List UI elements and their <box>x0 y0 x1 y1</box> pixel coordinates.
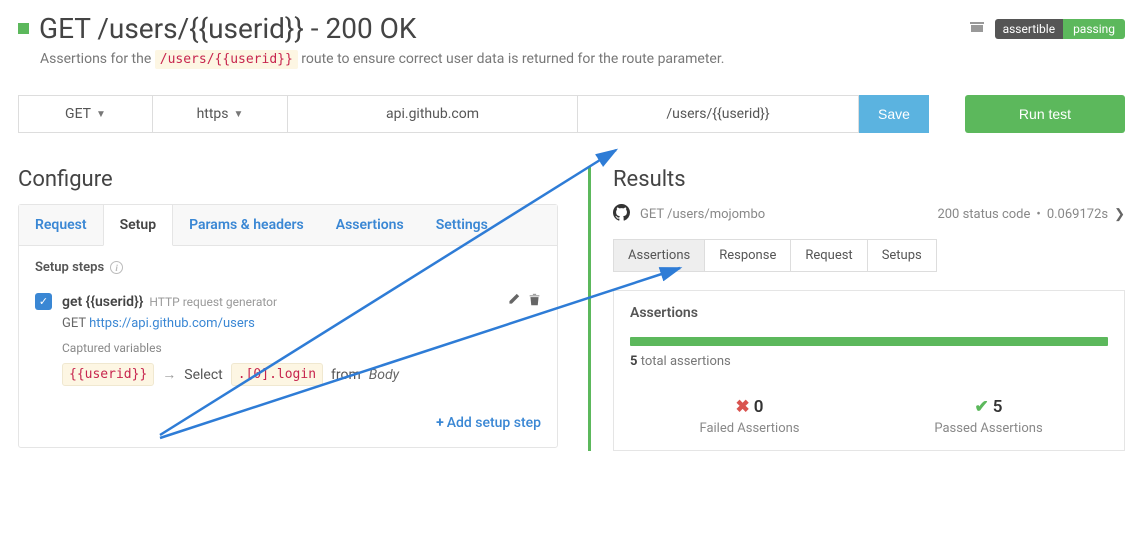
result-tabs: Assertions Response Request Setups <box>613 239 1125 272</box>
result-tab-response[interactable]: Response <box>705 239 791 272</box>
results-heading: Results <box>613 167 1125 192</box>
x-icon: ✖ <box>736 397 750 417</box>
configure-panel: Request Setup Params & headers Assertion… <box>18 204 558 448</box>
results-header: GET /users/mojombo 200 status code • 0.0… <box>613 204 1125 225</box>
scheme-select[interactable]: https▼ <box>153 95 288 133</box>
trash-icon[interactable] <box>528 291 541 310</box>
request-bar: GET▼ https▼ api.github.com /users/{{user… <box>18 95 1125 133</box>
step-request-line: GET https://api.github.com/users <box>62 316 541 331</box>
step-title: get {{userid}} <box>62 294 143 310</box>
chevron-down-icon[interactable]: ❯ <box>1114 207 1125 222</box>
assertions-panel: Assertions 5 total assertions ✖0 Failed … <box>613 290 1125 451</box>
info-icon[interactable]: i <box>110 261 123 274</box>
tab-assertions[interactable]: Assertions <box>320 205 420 245</box>
result-tab-assertions[interactable]: Assertions <box>613 239 705 272</box>
result-tab-request[interactable]: Request <box>791 239 867 272</box>
result-tab-setups[interactable]: Setups <box>868 239 937 272</box>
arrow-right-icon: → <box>162 366 176 383</box>
step-url-link[interactable]: https://api.github.com/users <box>89 316 255 331</box>
selector-chip: .[0].login <box>231 363 323 386</box>
check-icon: ✔ <box>975 397 989 417</box>
page-subtitle: Assertions for the /users/{{userid}} rou… <box>40 51 1125 67</box>
run-test-button[interactable]: Run test <box>965 95 1125 133</box>
captured-variable-row: {{userid}} → Select .[0].login from Body <box>62 363 541 386</box>
tab-setup[interactable]: Setup <box>103 205 173 246</box>
configure-heading: Configure <box>18 167 558 192</box>
tab-settings[interactable]: Settings <box>420 205 504 245</box>
method-select[interactable]: GET▼ <box>18 95 153 133</box>
setup-step: ✓ get {{userid}} HTTP request generator … <box>35 291 541 386</box>
passed-assertions-stat: ✔5 Passed Assertions <box>869 397 1108 436</box>
route-code: /users/{{userid}} <box>155 50 298 69</box>
edit-icon[interactable] <box>507 291 520 310</box>
github-icon <box>613 204 630 225</box>
result-request-line: GET /users/mojombo <box>640 207 765 222</box>
setup-steps-label: Setup steps i <box>35 260 541 275</box>
assertions-panel-title: Assertions <box>630 305 1108 321</box>
archive-icon[interactable] <box>969 19 985 39</box>
step-checkbox[interactable]: ✓ <box>35 293 52 310</box>
variable-chip: {{userid}} <box>62 363 154 386</box>
failed-assertions-stat: ✖0 Failed Assertions <box>630 397 869 436</box>
progress-bar <box>630 337 1108 346</box>
add-setup-step-link[interactable]: +Add setup step <box>436 415 541 431</box>
tab-params-headers[interactable]: Params & headers <box>173 205 320 245</box>
result-timing: 0.069172s <box>1047 207 1108 222</box>
host-input[interactable]: api.github.com <box>288 95 578 133</box>
status-indicator <box>18 23 29 34</box>
tab-request[interactable]: Request <box>19 205 103 245</box>
page-title: GET /users/{{userid}} - 200 OK <box>39 12 416 45</box>
result-status-code: 200 status code <box>937 207 1030 222</box>
step-subtitle: HTTP request generator <box>149 295 277 309</box>
status-badge: assertible passing <box>995 19 1125 39</box>
captured-variables-label: Captured variables <box>62 341 541 355</box>
path-input[interactable]: /users/{{userid}} <box>578 95 859 133</box>
total-assertions-label: 5 total assertions <box>630 354 1108 369</box>
badge-brand: assertible <box>995 19 1064 39</box>
plus-icon: + <box>436 415 444 431</box>
save-button[interactable]: Save <box>859 95 929 133</box>
configure-tabs: Request Setup Params & headers Assertion… <box>19 205 557 246</box>
badge-status: passing <box>1063 19 1125 39</box>
